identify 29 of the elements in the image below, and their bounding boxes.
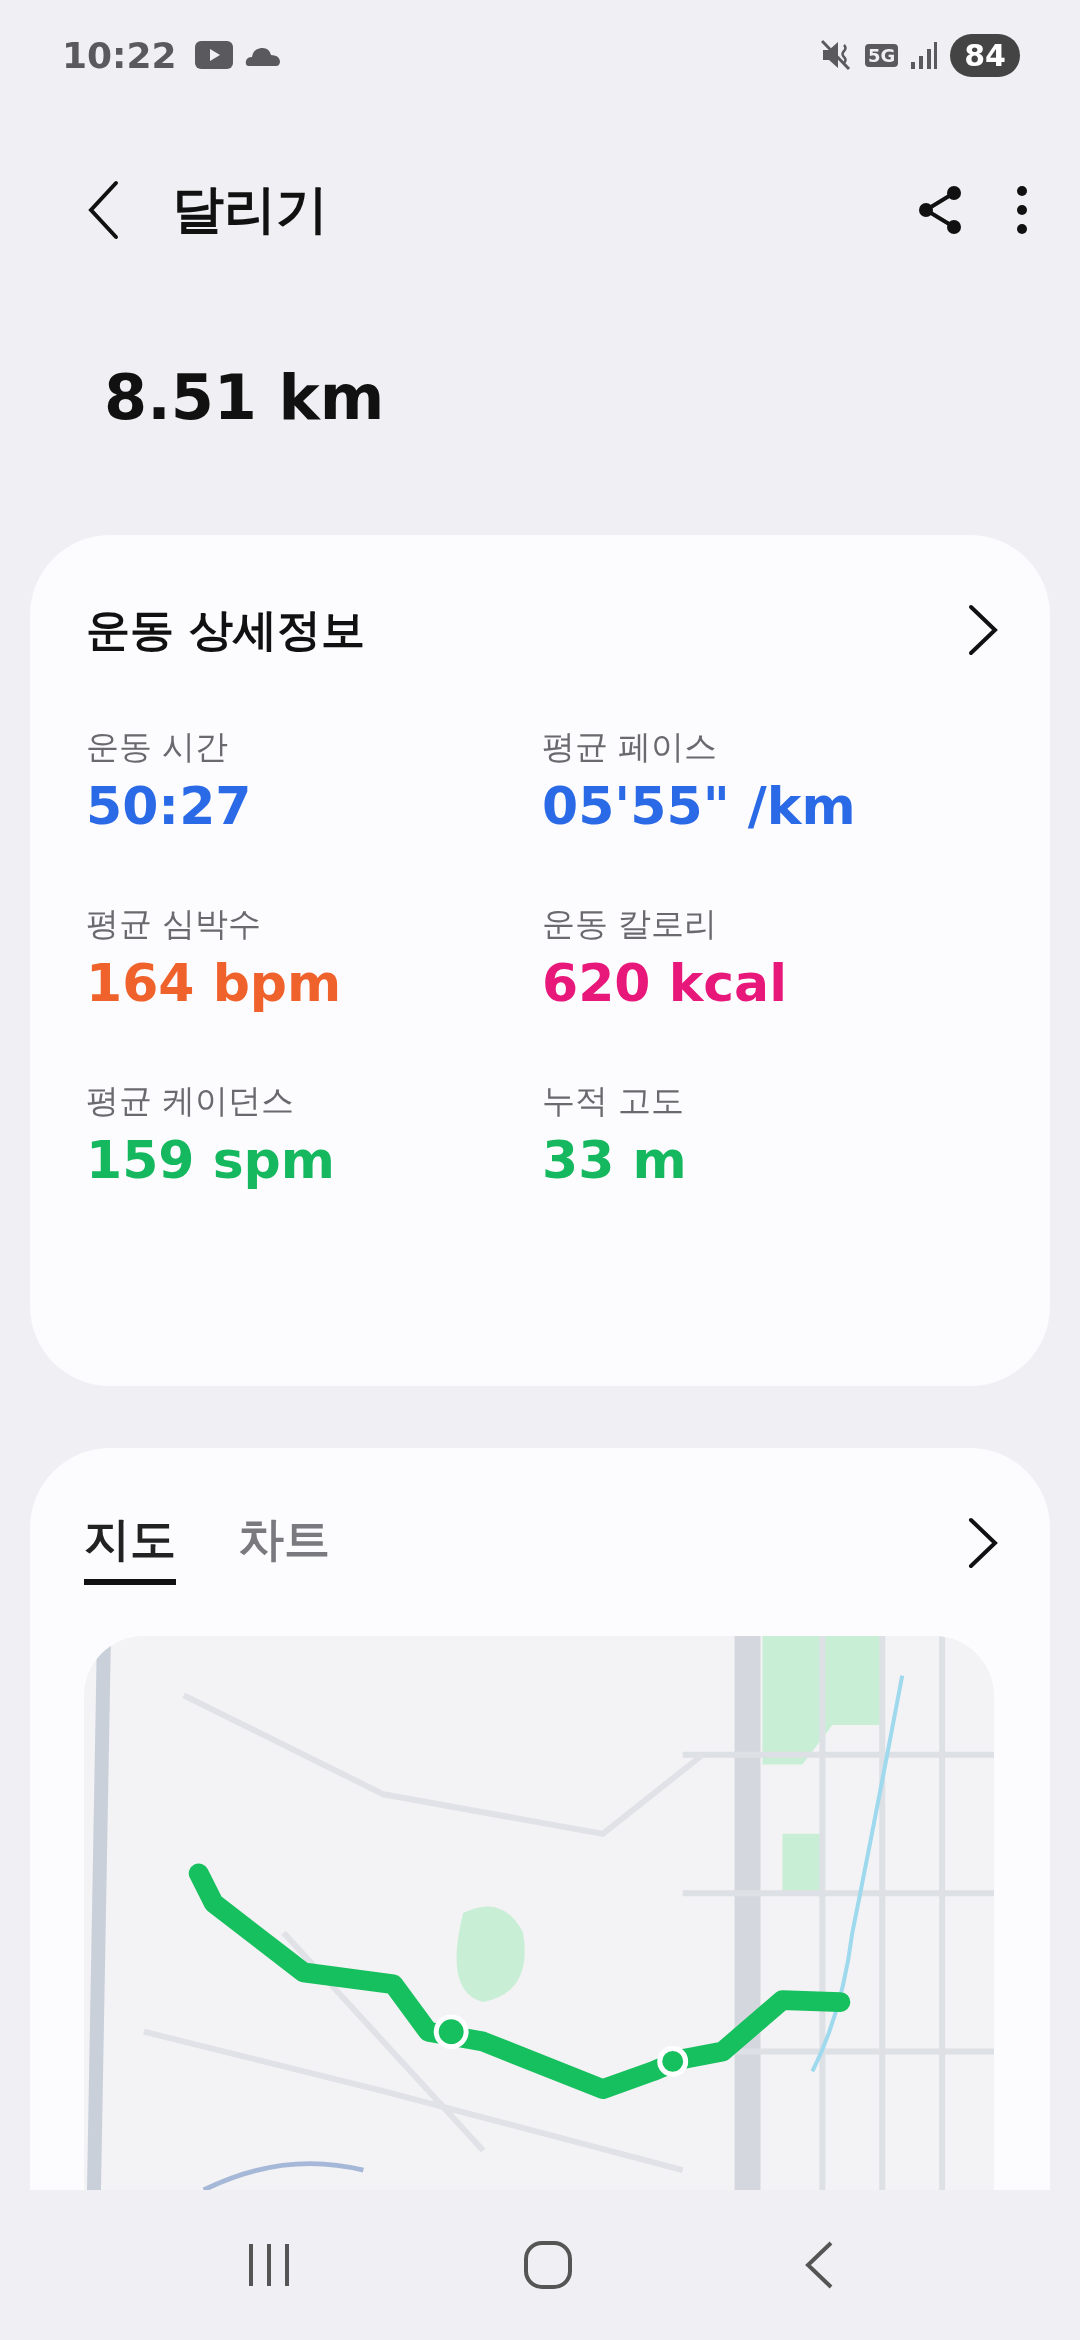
page-title: 달리기 (172, 178, 328, 241)
tab[interactable]: 차트 (238, 1501, 330, 1585)
home-button[interactable] (523, 2240, 573, 2290)
share-button[interactable] (916, 184, 964, 236)
card-title: 운동 상세정보 (86, 602, 366, 657)
metric-label: 평균 케이던스 (86, 1080, 296, 1122)
back-nav-button[interactable] (803, 2240, 835, 2290)
status-time: 10:22 (62, 34, 177, 76)
metric-label: 운동 칼로리 (542, 903, 719, 945)
metric-label: 평균 심박수 (86, 903, 263, 945)
battery-indicator: 84 (950, 33, 1020, 77)
metric-label: 누적 고도 (542, 1080, 686, 1122)
metric-value: 164 bpm (86, 953, 343, 1013)
metric-label: 평균 페이스 (542, 726, 719, 768)
chevron-right-icon[interactable] (968, 604, 998, 656)
metric-value: 620 kcal (542, 953, 788, 1013)
metric-value: 33 m (542, 1130, 688, 1190)
video-play-icon (194, 41, 233, 69)
network-indicator: 5G (864, 43, 899, 67)
chevron-right-icon[interactable] (968, 1517, 998, 1569)
metric-value: 50:27 (86, 776, 253, 836)
tab[interactable]: 지도 (84, 1501, 176, 1585)
metric-value: 159 spm (86, 1130, 336, 1190)
more-options-button[interactable] (1016, 185, 1028, 235)
mute-icon (820, 39, 853, 71)
signal-icon (910, 40, 939, 70)
metric-value: 05'55" /km (542, 776, 857, 836)
metric-label: 운동 시간 (86, 726, 230, 768)
distance-total: 8.51 km (103, 360, 386, 436)
